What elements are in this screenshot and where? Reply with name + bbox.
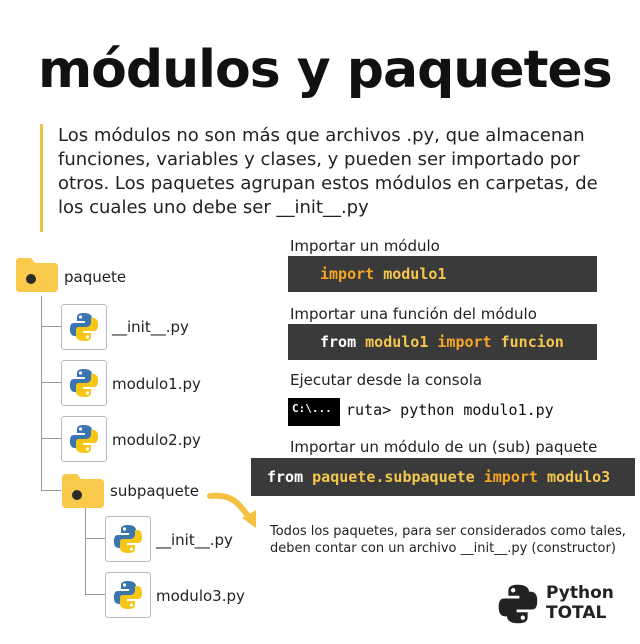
code-keyword: import: [437, 333, 492, 351]
code-block-import-function: from modulo1 import funcion: [288, 324, 597, 360]
python-file-icon: [105, 572, 151, 618]
folder-icon: [62, 474, 104, 508]
code-keyword: from: [267, 468, 304, 486]
folder-label-subpaquete: subpaquete: [110, 482, 199, 500]
console-command: ruta> python modulo1.py: [346, 401, 554, 419]
section-label-import-module: Importar un módulo: [290, 237, 440, 255]
page-title: módulos y paquetes: [38, 40, 613, 100]
code-identifier: funcion: [500, 333, 564, 351]
python-logo-icon: [498, 584, 538, 624]
code-identifier: paquete.subpaquete: [312, 468, 475, 486]
folder-label-paquete: paquete: [64, 268, 127, 286]
section-label-import-function: Importar una función del módulo: [290, 305, 537, 323]
subtree-trunk-line: [85, 508, 86, 594]
code-identifier: modulo1: [365, 333, 429, 351]
section-label-import-subpackage: Importar un módulo de un (sub) paquete: [290, 438, 598, 456]
tree-branch-line: [41, 382, 61, 383]
code-keyword: import: [483, 468, 538, 486]
tree-branch-line: [41, 490, 61, 491]
intro-accent-bar: [40, 124, 43, 232]
file-label: modulo3.py: [156, 587, 245, 605]
code-identifier: modulo3: [546, 468, 611, 486]
code-keyword: from: [320, 333, 357, 351]
brand-name: Python TOTAL: [546, 583, 614, 623]
init-note: Todos los paquetes, para ser considerado…: [270, 524, 626, 556]
code-keyword: import: [320, 265, 375, 283]
file-label: modulo2.py: [112, 431, 201, 449]
python-file-icon: [61, 304, 107, 350]
code-identifier: modulo1: [383, 265, 447, 283]
python-file-icon: [61, 416, 107, 462]
file-label: __init__.py: [112, 318, 189, 336]
brand-line-1: Python: [546, 583, 614, 603]
terminal-icon: C:\...: [288, 398, 340, 426]
file-label: __init__.py: [156, 531, 233, 549]
curved-arrow-icon: [207, 492, 256, 528]
code-block-import-subpackage: from paquete.subpaquete import modulo3: [251, 458, 635, 496]
code-block-import-module: import modulo1: [288, 256, 597, 292]
tree-branch-line: [41, 326, 61, 327]
brand-line-2: TOTAL: [546, 603, 607, 623]
tree-branch-line: [41, 438, 61, 439]
file-label: modulo1.py: [112, 375, 201, 393]
subtree-branch-line: [85, 594, 105, 595]
subtree-branch-line: [85, 538, 105, 539]
folder-icon: [16, 258, 58, 292]
section-label-run-console: Ejecutar desde la consola: [290, 371, 483, 389]
intro-text: Los módulos no son más que archivos .py,…: [58, 125, 598, 218]
python-file-icon: [61, 360, 107, 406]
python-file-icon: [105, 516, 151, 562]
